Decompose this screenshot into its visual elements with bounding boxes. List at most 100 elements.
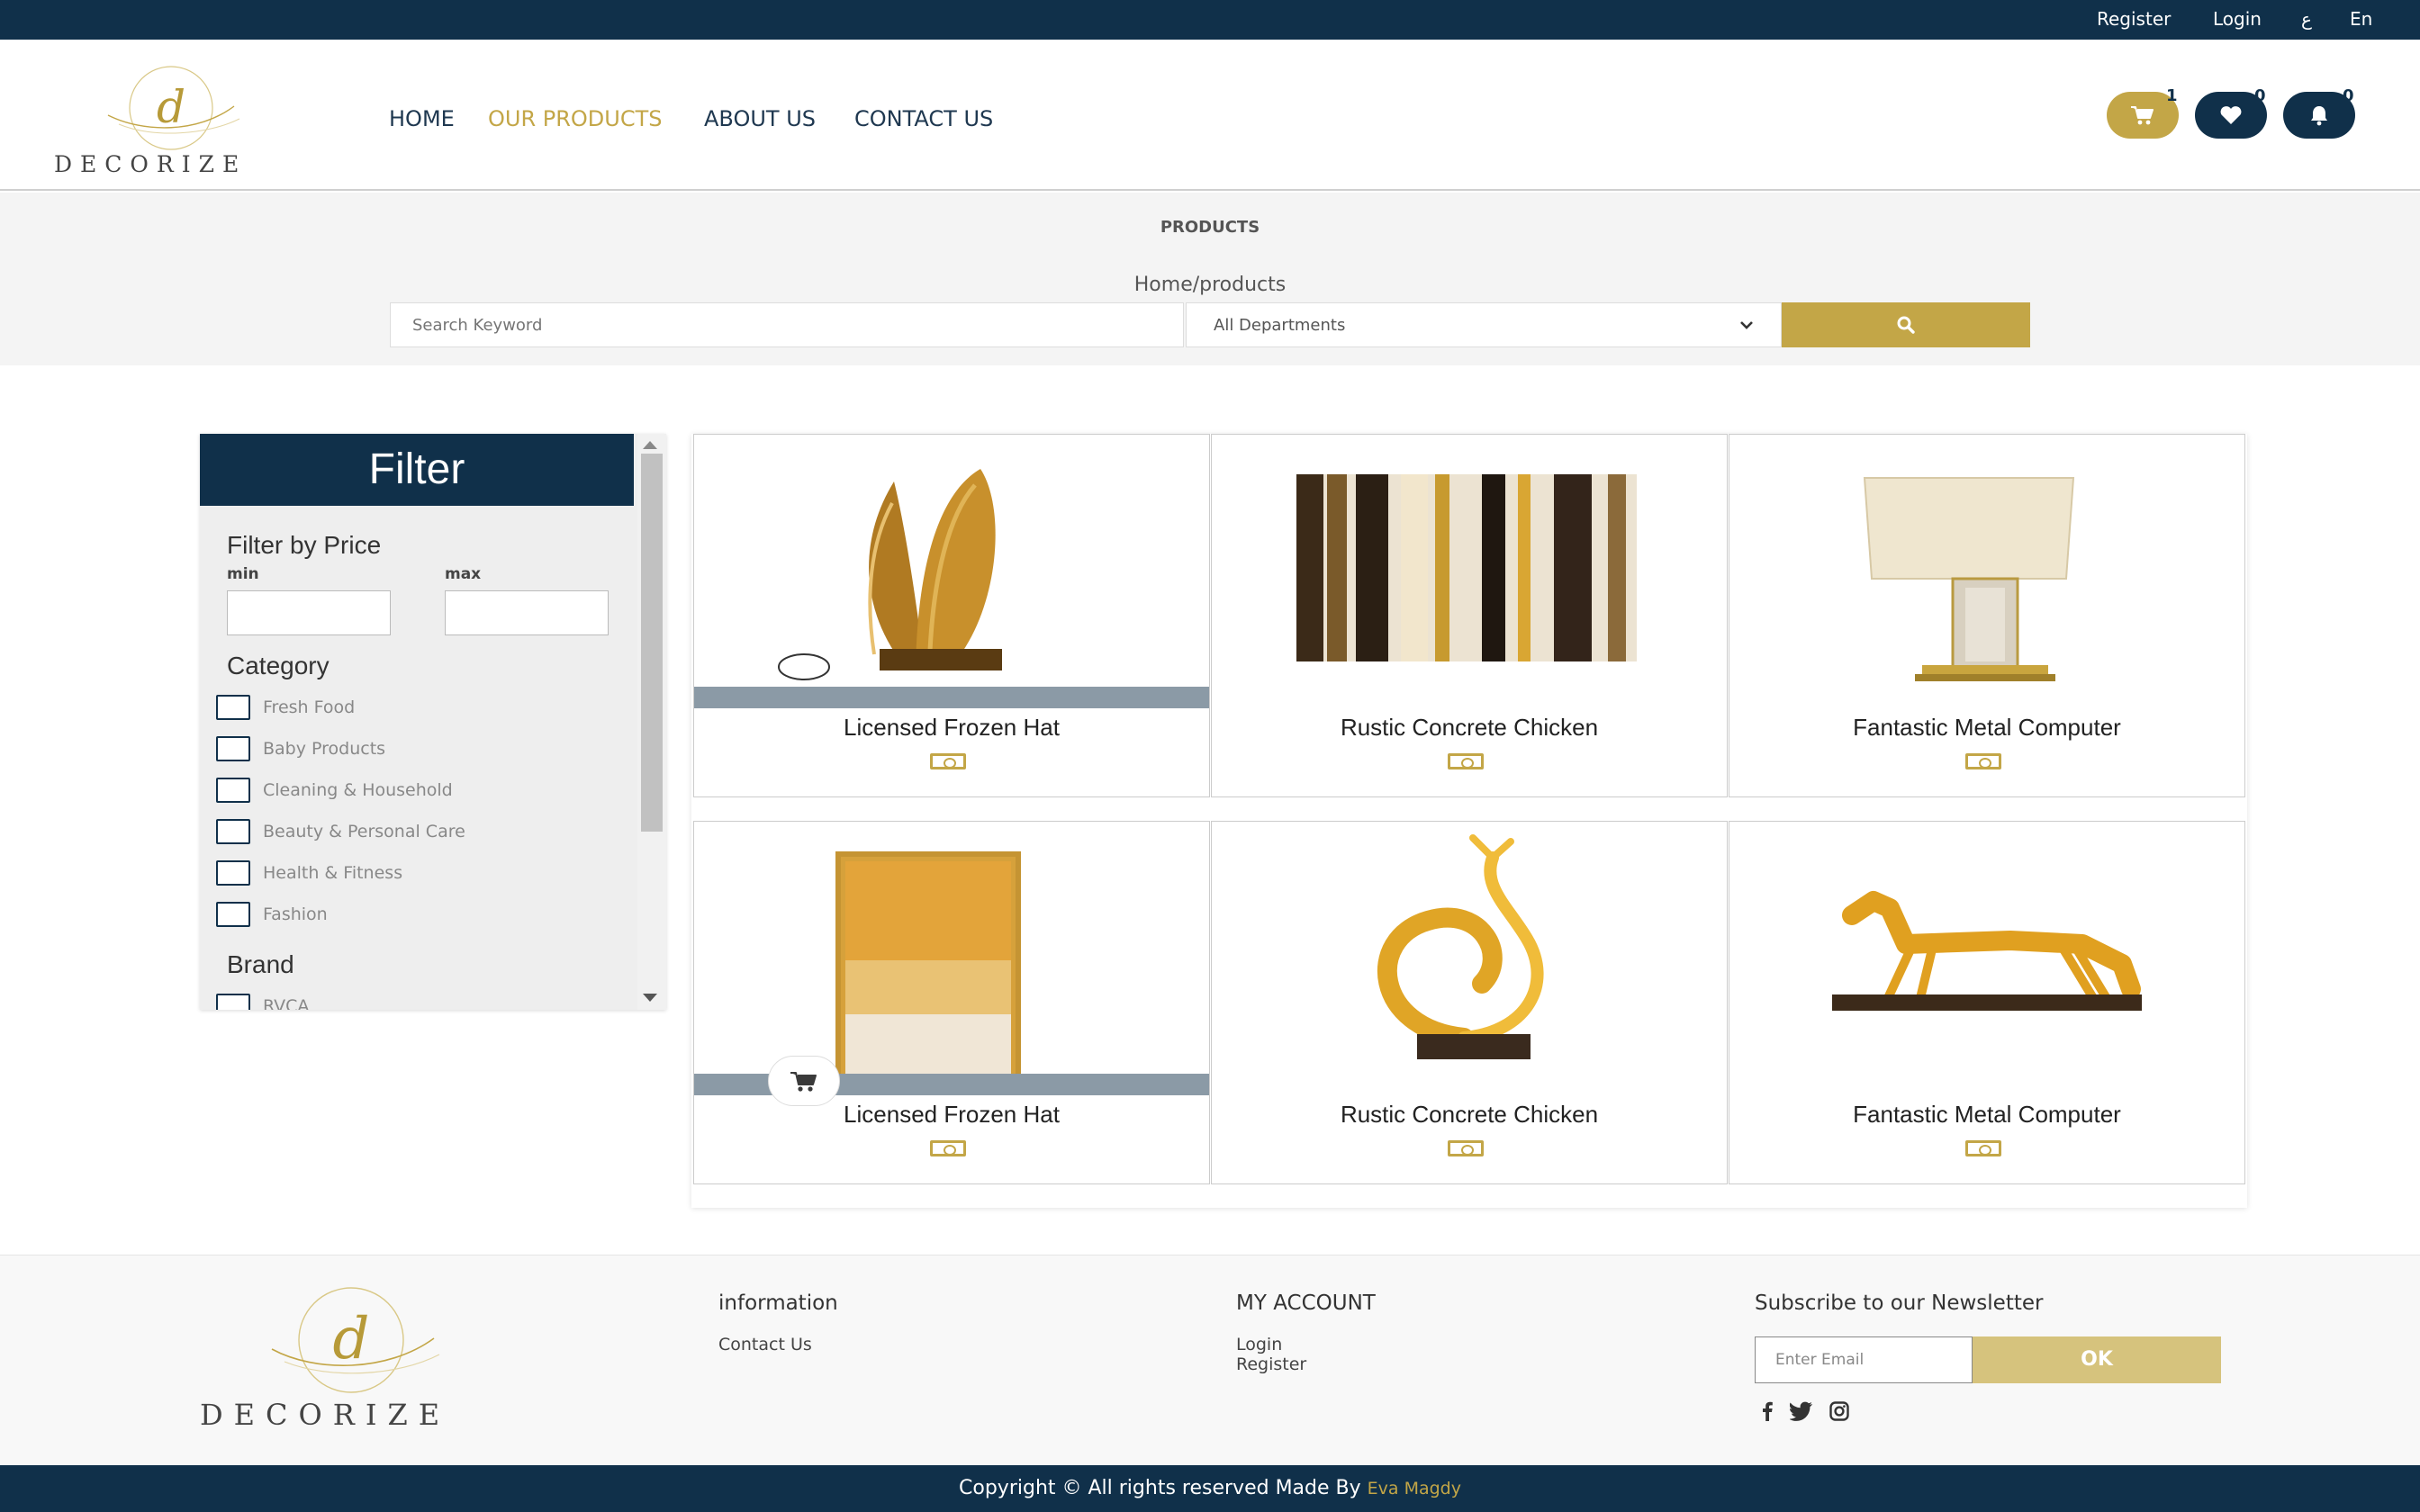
footer-contact-link[interactable]: Contact Us: [718, 1335, 812, 1354]
category-label: Fashion: [263, 904, 328, 924]
nav-contact-us[interactable]: CONTACT US: [854, 106, 993, 131]
logo-name: DECORIZE: [200, 1398, 451, 1432]
category-checkbox[interactable]: Health & Fitness: [216, 860, 402, 886]
product-name[interactable]: Licensed Frozen Hat: [694, 714, 1209, 742]
checkbox[interactable]: [216, 819, 250, 844]
nav-about-us[interactable]: ABOUT US: [704, 106, 816, 131]
register-link[interactable]: Register: [2097, 8, 2171, 30]
nav-our-products[interactable]: OUR PRODUCTS: [488, 106, 663, 131]
site-header: d DECORIZE HOME OUR PRODUCTS ABOUT US CO…: [0, 40, 2420, 191]
header-logo[interactable]: d DECORIZE: [54, 63, 288, 180]
copyright-text: Copyright © All rights reserved Made By: [959, 1477, 1361, 1499]
breadcrumb: Home/products: [1133, 274, 1287, 296]
product-card[interactable]: Licensed Frozen Hat: [693, 821, 1210, 1184]
product-image[interactable]: [694, 822, 1209, 1098]
search-input[interactable]: [390, 302, 1184, 347]
product-name[interactable]: Rustic Concrete Chicken: [1212, 1101, 1727, 1129]
checkbox[interactable]: [216, 736, 250, 761]
category-checkbox[interactable]: Cleaning & Household: [216, 778, 453, 803]
product-card[interactable]: Licensed Frozen Hat: [693, 434, 1210, 797]
price-icon: [1965, 1140, 2001, 1156]
checkbox[interactable]: [216, 695, 250, 720]
product-image[interactable]: [1729, 435, 2244, 708]
abstract-painting-icon: [1296, 474, 1637, 662]
product-name[interactable]: Licensed Frozen Hat: [694, 1101, 1209, 1129]
category-checkbox[interactable]: Baby Products: [216, 736, 385, 761]
checkbox[interactable]: [216, 860, 250, 886]
checkbox[interactable]: [216, 778, 250, 803]
product-name[interactable]: Fantastic Metal Computer: [1729, 1101, 2244, 1129]
login-link[interactable]: Login: [2213, 8, 2262, 30]
search-button[interactable]: [1782, 302, 2030, 347]
cart-count: 1: [2166, 86, 2178, 105]
product-grid: Licensed Frozen Hat Rustic Concrete Chic…: [691, 434, 2247, 1208]
gold-horse-statue-icon: [1832, 891, 2142, 1011]
twitter-icon[interactable]: [1790, 1401, 1813, 1421]
information-heading: information: [718, 1292, 838, 1315]
product-name[interactable]: Rustic Concrete Chicken: [1212, 714, 1727, 742]
notifications-count: 0: [2343, 86, 2354, 105]
brand-heading: Brand: [227, 950, 294, 978]
filter-title: Filter: [200, 434, 634, 506]
scroll-down-arrow-icon[interactable]: [643, 994, 657, 1002]
heart-icon: [2220, 106, 2242, 124]
product-image[interactable]: [1729, 822, 2244, 1095]
department-select-value: All Departments: [1214, 315, 1346, 335]
price-filter-heading: Filter by Price: [227, 531, 382, 559]
product-card[interactable]: Rustic Concrete Chicken: [1211, 434, 1728, 797]
product-card[interactable]: Fantastic Metal Computer: [1729, 821, 2245, 1184]
footer-logo[interactable]: d DECORIZE: [198, 1282, 504, 1436]
category-checkbox[interactable]: Beauty & Personal Care: [216, 819, 465, 844]
product-image[interactable]: [1212, 822, 1727, 1095]
max-price-label: max: [445, 565, 482, 583]
bell-icon: [2311, 106, 2327, 126]
checkbox[interactable]: [216, 994, 250, 1010]
scroll-up-arrow-icon[interactable]: [643, 441, 657, 449]
category-checkbox[interactable]: Fresh Food: [216, 695, 355, 720]
newsletter-email-input[interactable]: Enter Email: [1755, 1336, 1973, 1383]
add-to-cart-button[interactable]: [768, 1056, 840, 1106]
chevron-down-icon: [1740, 321, 1753, 329]
price-icon: [930, 1140, 966, 1156]
gold-swirl-sculpture-icon: [1377, 834, 1544, 1059]
category-heading: Category: [227, 652, 330, 680]
category-label: Health & Fitness: [263, 863, 403, 883]
product-card[interactable]: Rustic Concrete Chicken: [1211, 821, 1728, 1184]
min-price-label: min: [227, 565, 259, 583]
department-select[interactable]: All Departments: [1186, 302, 1782, 347]
category-label: Baby Products: [263, 739, 386, 759]
top-bar: Register Login ع En: [0, 0, 2420, 40]
cart-icon: [2131, 106, 2154, 125]
category-label: Cleaning & Household: [263, 780, 453, 800]
min-price-input[interactable]: [227, 590, 391, 635]
logo-letter: d: [157, 81, 185, 133]
language-english-link[interactable]: En: [2350, 8, 2372, 30]
cart-icon: [790, 1072, 817, 1092]
brand-label: RVCA: [263, 996, 310, 1010]
price-icon: [1448, 753, 1484, 770]
site-footer: d DECORIZE information Contact Us MY ACC…: [0, 1255, 2420, 1465]
product-card[interactable]: Fantastic Metal Computer: [1729, 434, 2245, 797]
product-name[interactable]: Fantastic Metal Computer: [1729, 714, 2244, 742]
footer-login-link[interactable]: Login: [1236, 1335, 1282, 1354]
filter-scroll-thumb[interactable]: [641, 454, 663, 832]
max-price-input[interactable]: [445, 590, 609, 635]
category-checkbox[interactable]: Fashion: [216, 902, 328, 927]
brand-checkbox[interactable]: RVCA: [216, 994, 309, 1010]
language-arabic-link[interactable]: ع: [2301, 8, 2312, 30]
product-image[interactable]: [1212, 435, 1727, 708]
footer-register-link[interactable]: Register: [1236, 1354, 1306, 1374]
instagram-icon[interactable]: [1829, 1401, 1849, 1421]
copyright-author-link[interactable]: Eva Magdy: [1368, 1479, 1461, 1498]
page-title: PRODUCTS: [1160, 218, 1260, 237]
facebook-icon[interactable]: [1761, 1401, 1774, 1421]
nav-home[interactable]: HOME: [389, 106, 455, 131]
search-icon: [1897, 316, 1915, 334]
logo-emblem-icon: d: [271, 1287, 440, 1393]
newsletter-ok-button[interactable]: OK: [1973, 1336, 2221, 1383]
checkbox[interactable]: [216, 902, 250, 927]
wishlist-count: 0: [2254, 86, 2266, 105]
product-hover-bar: [694, 687, 1209, 708]
product-image[interactable]: [694, 435, 1209, 708]
gold-panel-art-icon: [835, 851, 1021, 1098]
